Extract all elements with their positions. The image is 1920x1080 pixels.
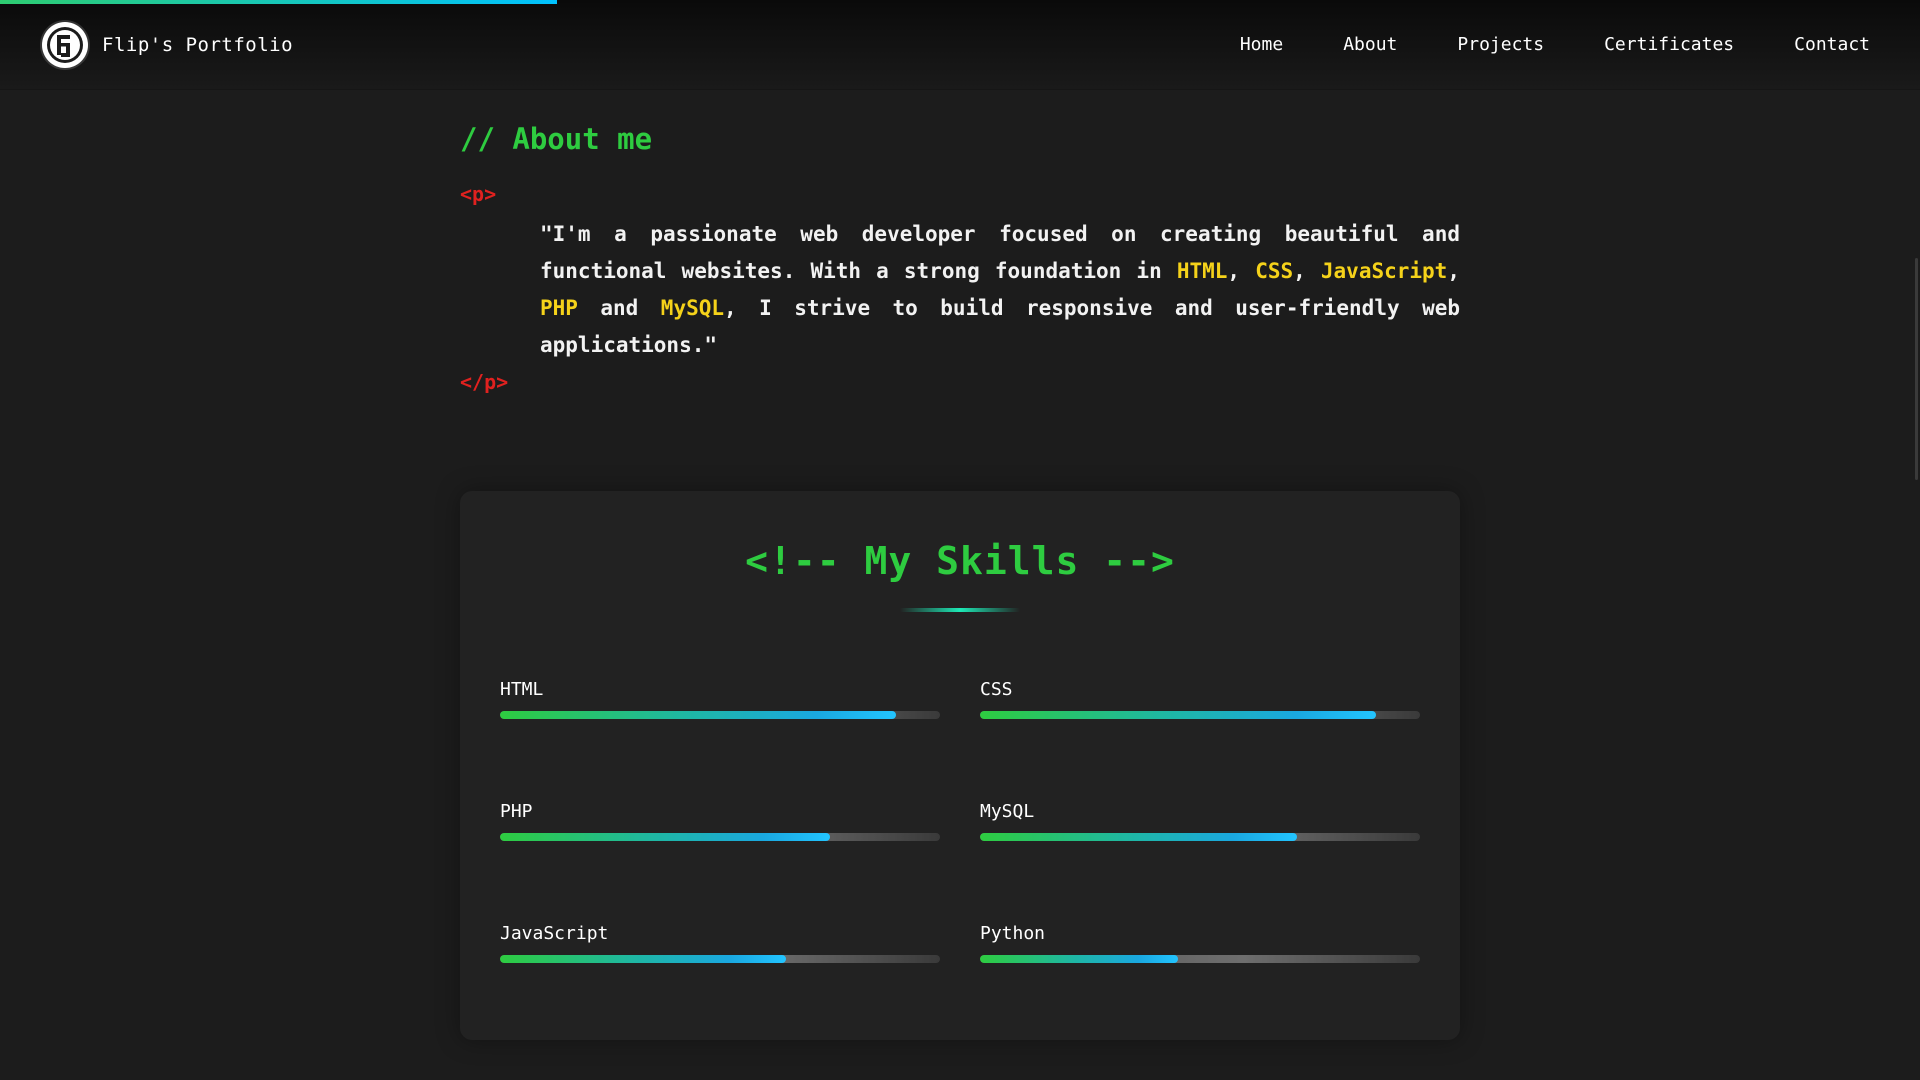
skill-fill [500,955,786,963]
skill-track [500,711,940,719]
skill-python: Python [980,923,1420,1045]
highlight-mysql: MySQL [660,296,725,320]
skill-track [980,711,1420,719]
skill-php: PHP [500,801,940,923]
skill-track [500,833,940,841]
skill-name: HTML [500,679,544,700]
about-section: // About me <p> "I'm a passionate web de… [460,90,1460,394]
highlight-javascript: JavaScript [1320,259,1448,283]
skill-fill [980,711,1376,719]
skills-card: <!-- My Skills --> HTML CSS PHP MySQL Ja… [460,491,1460,1040]
highlight-php: PHP [540,296,578,320]
highlight-css: CSS [1255,259,1294,283]
skill-name: JavaScript [500,923,609,944]
skill-track [980,833,1420,841]
nav-certificates[interactable]: Certificates [1604,34,1734,55]
about-text-part: and [577,296,661,320]
skill-fill [500,711,896,719]
scroll-progress-bar [0,0,557,4]
nav-about[interactable]: About [1343,34,1397,55]
skills-title-underline [900,608,1020,612]
about-heading: // About me [460,122,653,156]
skill-mysql: MySQL [980,801,1420,923]
skill-fill [500,833,830,841]
nav-projects[interactable]: Projects [1457,34,1544,55]
skill-fill [980,955,1178,963]
skills-grid: HTML CSS PHP MySQL JavaScript Python [500,679,1420,1045]
about-text-part: , [1447,259,1460,283]
skill-name: CSS [980,679,1013,700]
highlight-html: HTML [1176,259,1228,283]
open-p-tag: <p> [460,182,497,206]
logo-icon [42,21,88,68]
close-p-tag: </p> [460,370,509,394]
about-text-part: , [1227,259,1256,283]
skill-css: CSS [980,679,1420,801]
skill-name: MySQL [980,801,1035,822]
skill-track [500,955,940,963]
brand-link[interactable]: Flip's Portfolio [42,21,294,68]
skill-name: PHP [500,801,533,822]
skill-track [980,955,1420,963]
nav-home[interactable]: Home [1240,34,1283,55]
nav-links: Home About Projects Certificates Contact [1240,34,1870,55]
skill-fill [980,833,1297,841]
navbar: Flip's Portfolio Home About Projects Cer… [0,0,1920,90]
about-text: "I'm a passionate web developer focused … [540,216,1460,364]
about-text-part: , [1293,259,1321,283]
skill-name: Python [980,923,1046,944]
page-scrollbar[interactable] [1915,258,1918,480]
skill-html: HTML [500,679,940,801]
nav-contact[interactable]: Contact [1794,34,1870,55]
brand-name: Flip's Portfolio [102,33,294,56]
skill-javascript: JavaScript [500,923,940,1045]
skills-title: <!-- My Skills --> [745,539,1175,583]
